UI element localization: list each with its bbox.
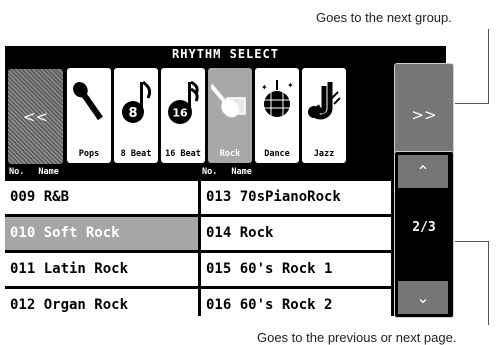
rhythm-select-screen: RHYTHM SELECT << Pops 8 8 Beat 16 16 Bea… — [5, 46, 454, 322]
rhythm-row[interactable]: 015 60's Rock 1 — [201, 253, 391, 286]
column-headers-right: No. Name — [202, 167, 252, 177]
sixteenth-note-icon: 16 — [161, 74, 205, 130]
rhythm-row[interactable]: 016 60's Rock 2 — [201, 289, 391, 322]
electric-guitar-icon — [208, 74, 252, 130]
rhythm-row[interactable]: 014 Rock — [201, 217, 391, 250]
category-label: Pops — [78, 149, 100, 159]
category-label: 16 Beat — [165, 149, 201, 159]
callout-leader-bottom-v — [488, 241, 489, 325]
svg-text:✦: ✦ — [287, 81, 294, 90]
svg-text:8: 8 — [128, 106, 137, 121]
category-tile-16-beat[interactable]: 16 16 Beat — [161, 68, 205, 163]
page-nav-callout: Goes to the previous or next page. — [257, 330, 457, 345]
microphone-icon — [67, 74, 111, 130]
category-label: Jazz — [313, 149, 335, 159]
category-tile-dance[interactable]: ✦ ✦ Dance — [255, 68, 299, 163]
next-group-callout: Goes to the next group. — [316, 10, 452, 25]
rhythm-row[interactable]: 013 70sPianoRock — [201, 181, 391, 214]
category-tile-rock[interactable]: Rock — [208, 68, 252, 163]
page-indicator: 2/3 — [412, 220, 436, 235]
rhythm-row[interactable]: 012 Organ Rock — [5, 289, 198, 322]
page-up-button[interactable]: ⌃ — [398, 155, 448, 188]
column-headers-left: No. Name — [9, 167, 59, 177]
double-chevron-right-icon: >> — [411, 106, 437, 124]
eighth-note-icon: 8 — [114, 74, 158, 130]
chevron-down-icon: ⌄ — [416, 289, 430, 307]
callout-leader-bottom-h — [455, 241, 489, 242]
rhythm-row[interactable]: 009 R&B — [5, 181, 198, 214]
svg-text:✦: ✦ — [261, 83, 268, 92]
category-label: Dance — [264, 149, 290, 159]
category-tile-8-beat[interactable]: 8 8 Beat — [114, 68, 158, 163]
category-label: Rock — [219, 149, 241, 159]
callout-leader-top-h — [488, 29, 489, 103]
chevron-up-icon: ⌃ — [416, 163, 430, 181]
saxophone-icon — [302, 74, 346, 130]
category-tile-jazz[interactable]: Jazz — [302, 68, 346, 163]
rhythm-row[interactable]: 011 Latin Rock — [5, 253, 198, 286]
double-chevron-left-icon: << — [22, 107, 49, 126]
page-navigator: ⌃ 2/3 ⌄ — [394, 151, 454, 318]
rhythm-row-selected[interactable]: 010 Soft Rock — [5, 217, 198, 250]
disco-ball-icon: ✦ ✦ — [255, 74, 299, 130]
page-down-button[interactable]: ⌄ — [398, 281, 448, 314]
previous-group-button[interactable]: << — [8, 69, 63, 164]
screen-title: RHYTHM SELECT — [172, 47, 279, 61]
category-tile-pops[interactable]: Pops — [67, 68, 111, 163]
svg-text:16: 16 — [172, 107, 188, 120]
callout-leader-top-v — [455, 103, 489, 104]
category-label: 8 Beat — [120, 149, 152, 159]
